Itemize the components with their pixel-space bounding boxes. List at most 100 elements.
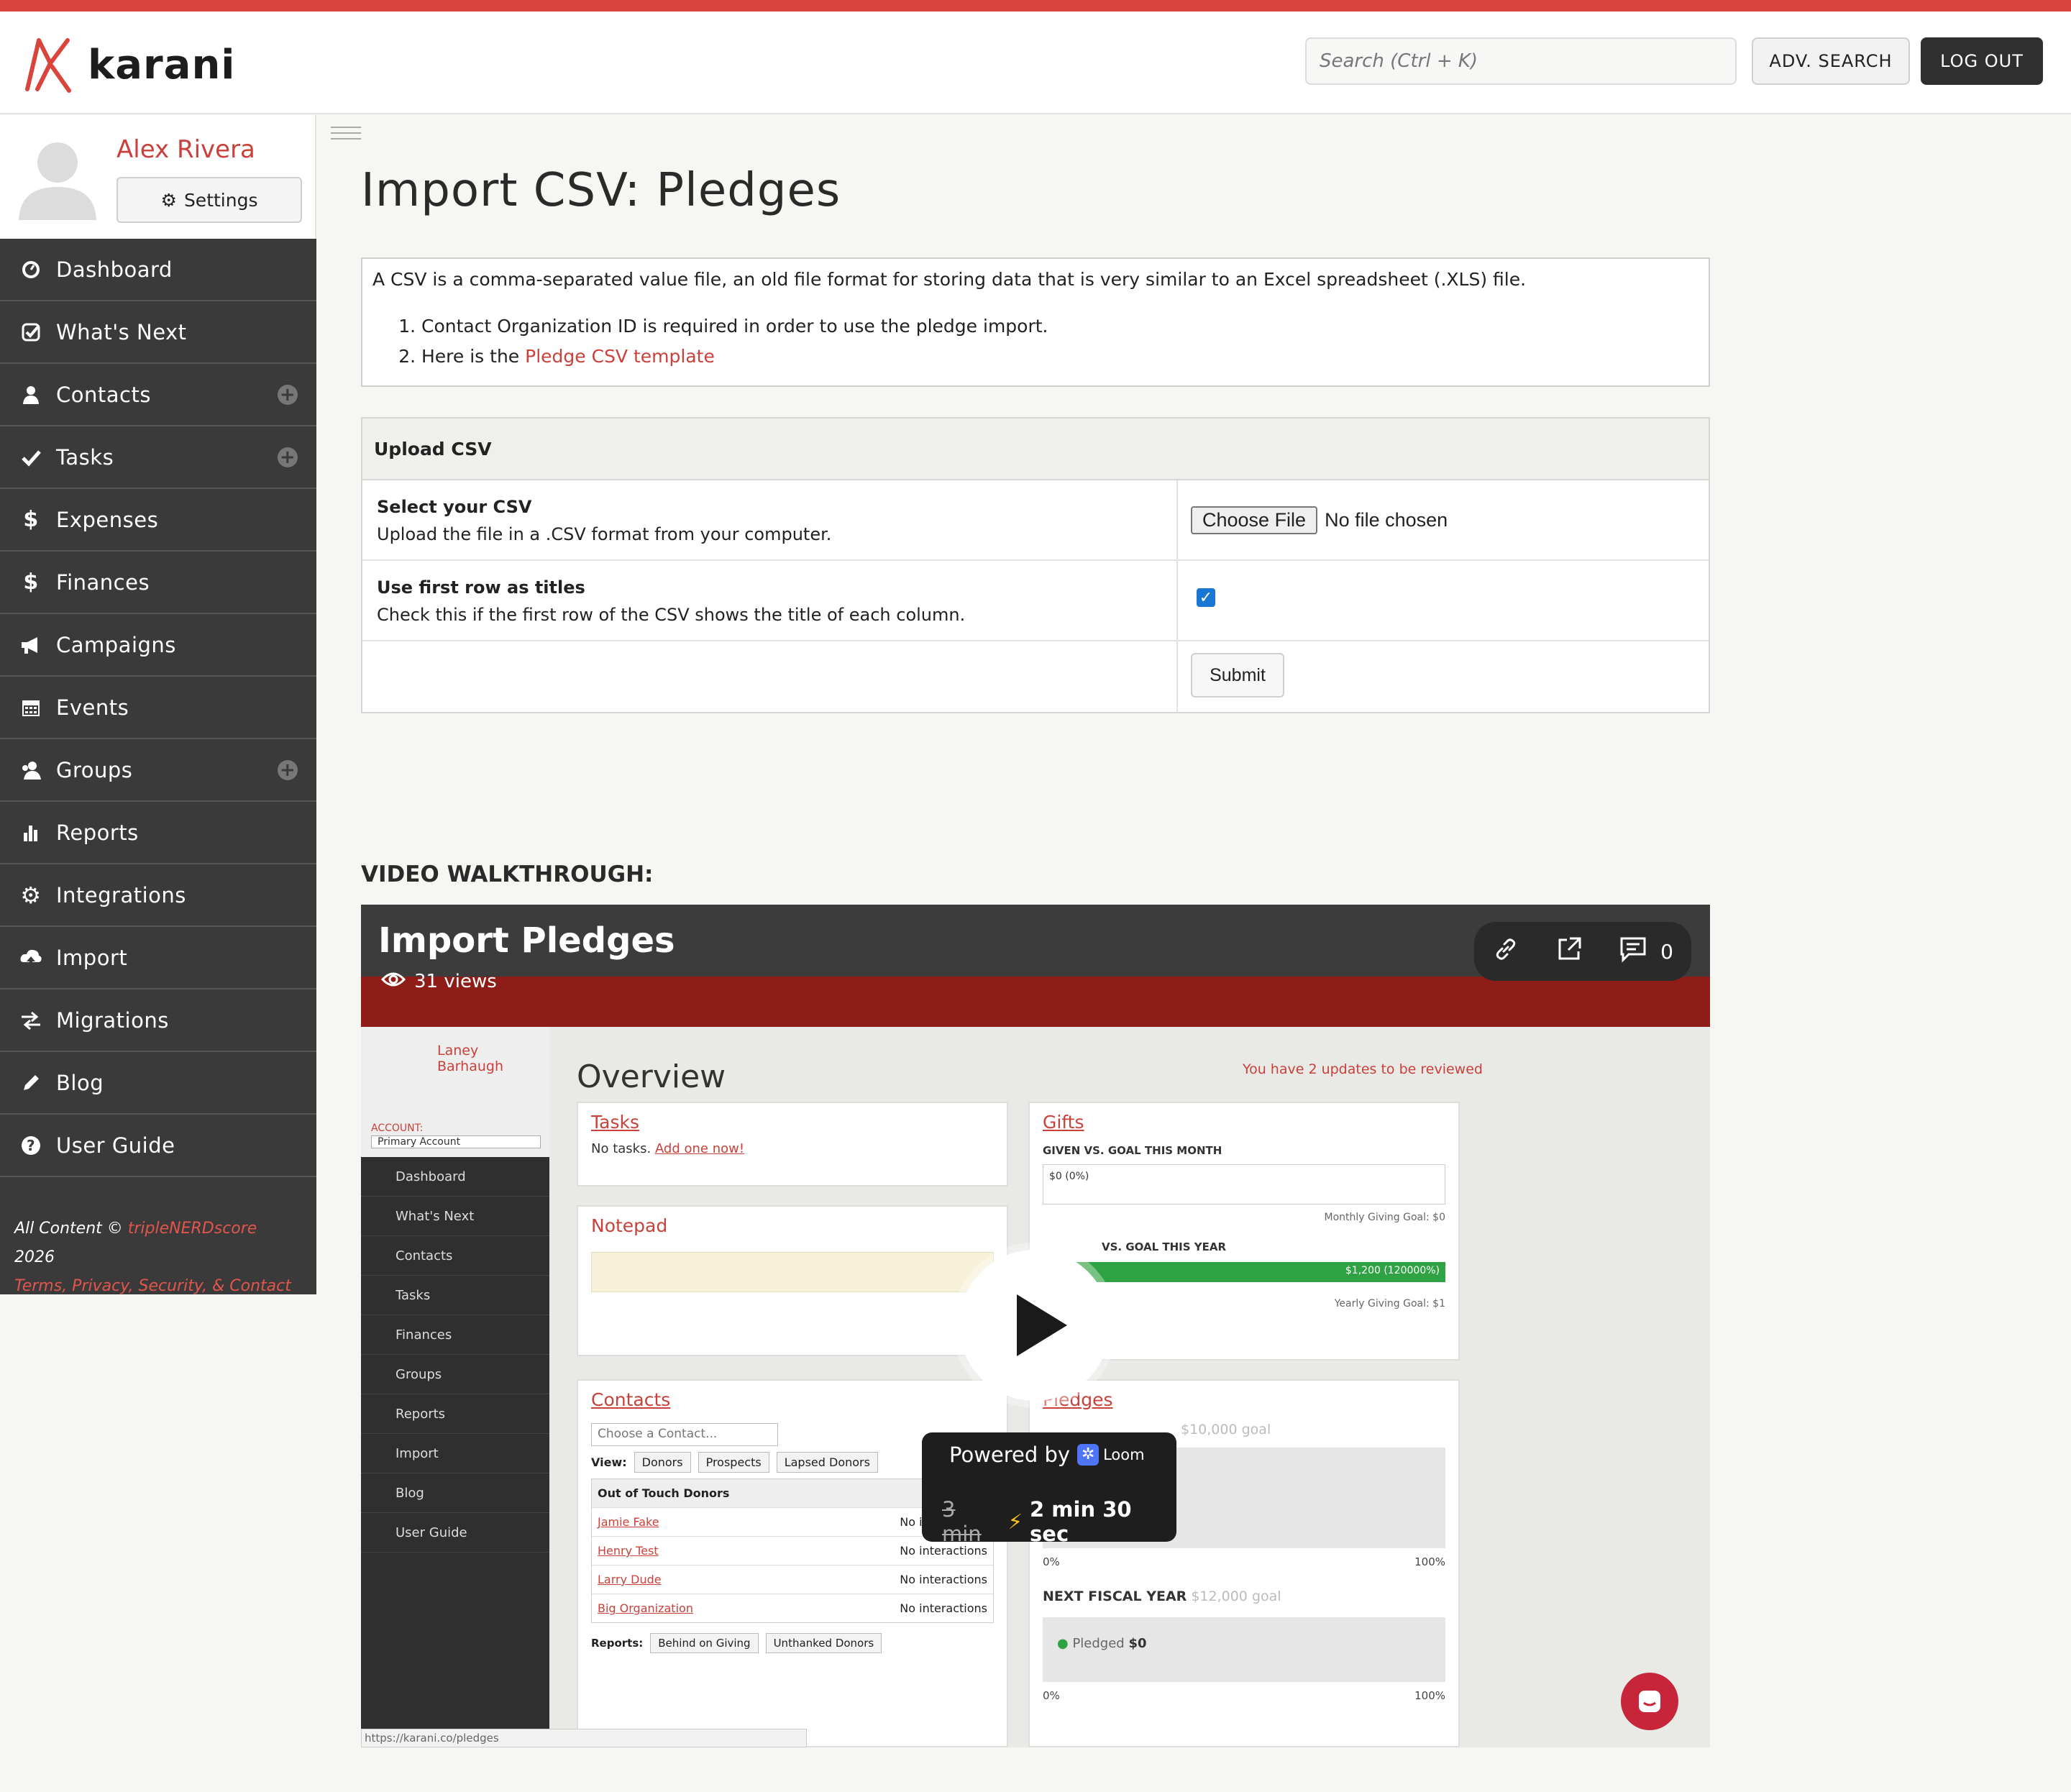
video-contact-status: No interactions xyxy=(900,1601,987,1615)
first-row-title: Use first row as titles xyxy=(377,577,585,598)
pledge-template-link[interactable]: Pledge CSV template xyxy=(525,346,715,367)
video-contact-name: Larry Dude xyxy=(598,1573,662,1586)
video-inner-sidebar: Laney Barhaugh ACCOUNT: Primary Account D… xyxy=(361,1027,549,1747)
video-next-fy: NEXT FISCAL YEAR xyxy=(1043,1588,1187,1604)
profile-panel: Alex Rivera ⚙ Settings xyxy=(0,115,316,239)
dollar-icon: $ xyxy=(23,507,39,532)
sidebar-item-label: Finances xyxy=(56,570,150,595)
csv-requirements-list: Contact Organization ID is required in o… xyxy=(372,311,1699,372)
first-row-checkbox[interactable]: ✓ xyxy=(1197,588,1215,607)
select-csv-row: Select your CSV Upload the file in a .CSV… xyxy=(362,480,1709,561)
adv-search-button[interactable]: ADV. SEARCH xyxy=(1752,37,1910,85)
sidebar-item-tasks[interactable]: Tasks + xyxy=(0,426,316,489)
select-csv-desc: Upload the file in a .CSV format from yo… xyxy=(377,524,832,544)
sidebar-item-whats-next[interactable]: What's Next xyxy=(0,301,316,364)
dollar-icon: $ xyxy=(23,570,39,595)
cloud-upload-icon xyxy=(16,948,46,968)
play-button[interactable] xyxy=(959,1250,1110,1401)
video-nav-item: Dashboard xyxy=(361,1157,549,1197)
file-input[interactable]: Choose File No file chosen xyxy=(1191,506,1448,534)
video-inner-header xyxy=(361,977,1710,1027)
video-status-url: https://karani.co/pledges xyxy=(361,1729,807,1747)
powered-by-label: Powered by xyxy=(949,1443,1071,1467)
sidebar-item-migrations[interactable]: Migrations xyxy=(0,989,316,1052)
sidebar-item-import[interactable]: Import xyxy=(0,927,316,989)
choose-file-button[interactable]: Choose File xyxy=(1191,506,1318,534)
sidebar-item-finances[interactable]: $ Finances xyxy=(0,552,316,614)
logout-button[interactable]: LOG OUT xyxy=(1921,37,2043,85)
original-duration: 3 min xyxy=(942,1497,982,1546)
chat-launcher-button[interactable] xyxy=(1621,1673,1678,1730)
sidebar-item-expenses[interactable]: $ Expenses xyxy=(0,489,316,552)
loom-powered-badge[interactable]: Powered by ✲ Loom 3 min ⚡ 2 min 30 sec xyxy=(922,1432,1176,1546)
sidebar-item-reports[interactable]: Reports xyxy=(0,802,316,864)
sidebar-item-integrations[interactable]: ⚙ Integrations xyxy=(0,864,316,927)
video-pct-100: 100% xyxy=(1414,1689,1445,1702)
search-input[interactable] xyxy=(1305,37,1737,85)
sidebar-item-user-guide[interactable]: ? User Guide xyxy=(0,1115,316,1177)
submit-row: Submit xyxy=(362,641,1709,712)
gear-icon: ⚙ xyxy=(20,881,42,909)
video-prospects-tab: Prospects xyxy=(698,1452,769,1473)
dashboard-icon xyxy=(16,260,46,280)
video-heading: VIDEO WALKTHROUGH: xyxy=(361,861,654,887)
page-title: Import CSV: Pledges xyxy=(361,164,841,217)
sidebar-toggle-icon[interactable] xyxy=(331,127,361,144)
chat-icon xyxy=(1639,1691,1660,1712)
sidebar-item-dashboard[interactable]: Dashboard xyxy=(0,239,316,301)
list-item: Contact Organization ID is required in o… xyxy=(421,311,1699,342)
video-nav-item: Import xyxy=(361,1434,549,1473)
video-contacts-title: Contacts xyxy=(591,1389,671,1410)
account-select: Primary Account xyxy=(371,1135,541,1148)
video-notepad-panel: Notepad xyxy=(577,1205,1008,1356)
add-task-icon[interactable]: + xyxy=(278,447,298,467)
video-updates-text: You have 2 updates to be reviewed xyxy=(1243,1061,1483,1077)
terms-link[interactable]: Terms, Privacy, Security, & Contact xyxy=(14,1272,302,1301)
avatar xyxy=(13,131,102,220)
video-month-value: $0 (0%) xyxy=(1049,1171,1089,1182)
sidebar-item-label: What's Next xyxy=(56,319,187,344)
brand-top-bar xyxy=(0,0,2071,12)
sidebar: Alex Rivera ⚙ Settings Dashboard What's … xyxy=(0,115,316,1295)
link-icon[interactable] xyxy=(1492,936,1519,968)
lightning-icon: ⚡ xyxy=(1007,1509,1023,1534)
sidebar-item-label: Dashboard xyxy=(56,257,173,282)
sidebar-item-events[interactable]: Events xyxy=(0,677,316,739)
check-icon xyxy=(16,447,46,467)
sped-up-duration: 2 min 30 sec xyxy=(1030,1497,1132,1546)
first-row-desc: Check this if the first row of the CSV s… xyxy=(377,605,966,625)
video-player[interactable]: Laney Barhaugh ACCOUNT: Primary Account D… xyxy=(361,905,1710,1747)
video-goal-12k: $12,000 goal xyxy=(1191,1588,1281,1604)
sidebar-item-campaigns[interactable]: Campaigns xyxy=(0,614,316,677)
submit-button[interactable]: Submit xyxy=(1191,653,1284,698)
app-header: karani ADV. SEARCH LOG OUT xyxy=(0,12,2071,114)
template-prefix: Here is the xyxy=(421,346,520,367)
profile-name[interactable]: Alex Rivera xyxy=(116,135,255,164)
sidebar-item-label: Campaigns xyxy=(56,632,176,657)
sidebar-item-contacts[interactable]: Contacts + xyxy=(0,364,316,426)
video-tasks-panel: Tasks No tasks. Add one now! xyxy=(577,1102,1008,1187)
help-icon: ? xyxy=(16,1135,46,1156)
calendar-icon xyxy=(16,698,46,718)
karani-logo[interactable]: karani xyxy=(23,35,236,95)
comment-icon[interactable] xyxy=(1619,936,1647,968)
video-monthly-goal: Monthly Giving Goal: $0 xyxy=(1324,1212,1446,1223)
external-link-icon[interactable] xyxy=(1555,936,1583,968)
play-icon xyxy=(1017,1294,1067,1356)
sidebar-item-blog[interactable]: Blog xyxy=(0,1052,316,1115)
settings-button[interactable]: ⚙ Settings xyxy=(116,177,302,223)
company-link[interactable]: tripleNERDscore xyxy=(128,1220,257,1238)
sidebar-item-label: Import xyxy=(56,945,128,970)
add-group-icon[interactable]: + xyxy=(278,759,298,780)
video-pct-100: 100% xyxy=(1414,1555,1445,1568)
sidebar-item-groups[interactable]: Groups + xyxy=(0,739,316,802)
video-nav-item: Finances xyxy=(361,1315,549,1355)
add-contact-icon[interactable]: + xyxy=(278,384,298,405)
csv-intro: A CSV is a comma-separated value file, a… xyxy=(372,269,1527,290)
group-icon xyxy=(16,760,46,780)
sidebar-item-label: Expenses xyxy=(56,507,159,532)
video-contact-name: Henry Test xyxy=(598,1544,659,1558)
copyright-prefix: All Content © xyxy=(14,1220,123,1238)
megaphone-icon xyxy=(16,635,46,655)
video-nav-item: Blog xyxy=(361,1473,549,1513)
